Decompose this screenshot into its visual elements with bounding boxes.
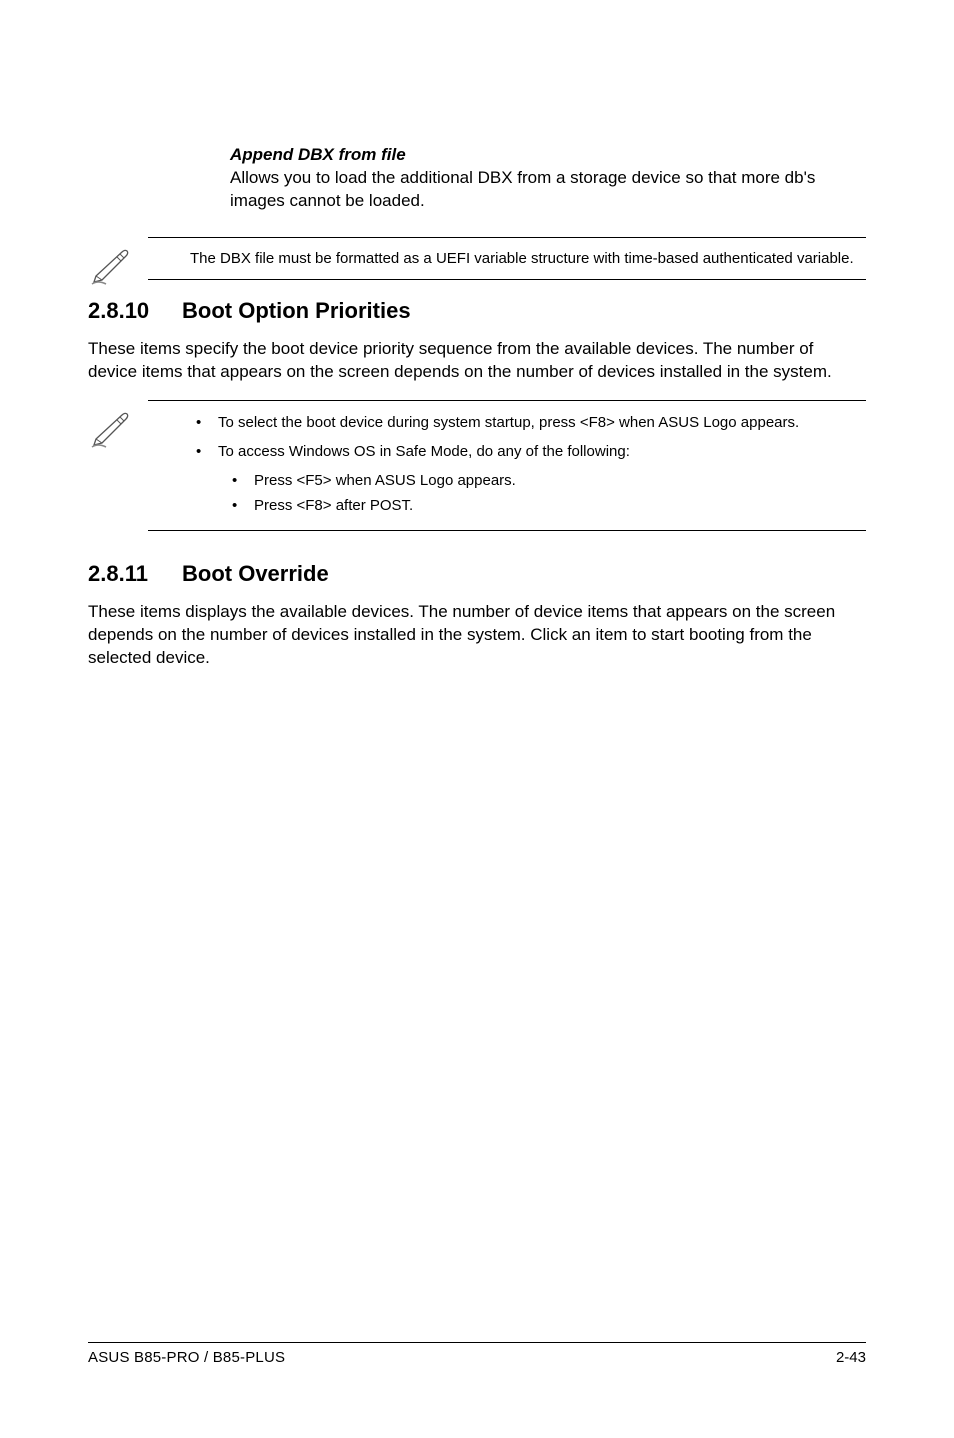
append-dbx-block: Append DBX from file Allows you to load … [88, 144, 866, 213]
footer-page-number: 2-43 [836, 1349, 866, 1366]
note-dbx-format: The DBX file must be formatted as a UEFI… [148, 237, 866, 280]
section-2-8-11-heading: 2.8.11 Boot Override [88, 561, 866, 587]
pencil-note-icon [90, 409, 140, 449]
section-2-8-10-heading: 2.8.10 Boot Option Priorities [88, 298, 866, 324]
section-2-8-10-body: These items specify the boot device prio… [88, 338, 866, 384]
bullet-safe-mode: To access Windows OS in Safe Mode, do an… [190, 440, 866, 463]
section-2-8-11-body: These items displays the available devic… [88, 601, 866, 670]
page-content: Append DBX from file Allows you to load … [0, 0, 954, 670]
append-dbx-body: Allows you to load the additional DBX fr… [230, 167, 866, 213]
bullet-f8-post: Press <F8> after POST. [190, 494, 866, 517]
section-title: Boot Override [182, 561, 329, 587]
append-dbx-heading: Append DBX from file [230, 144, 866, 167]
note-boot-select: To select the boot device during system … [148, 400, 866, 531]
note-bullets: To select the boot device during system … [148, 411, 866, 518]
bullet-f8-select: To select the boot device during system … [190, 411, 866, 434]
section-number: 2.8.10 [88, 298, 182, 324]
section-number: 2.8.11 [88, 561, 182, 587]
section-title: Boot Option Priorities [182, 298, 411, 324]
pencil-note-icon [90, 246, 140, 286]
bullet-f5: Press <F5> when ASUS Logo appears. [190, 469, 866, 492]
footer-product: ASUS B85-PRO / B85-PLUS [88, 1349, 285, 1366]
note-dbx-text: The DBX file must be formatted as a UEFI… [148, 248, 866, 269]
page-footer: ASUS B85-PRO / B85-PLUS 2-43 [88, 1342, 866, 1366]
